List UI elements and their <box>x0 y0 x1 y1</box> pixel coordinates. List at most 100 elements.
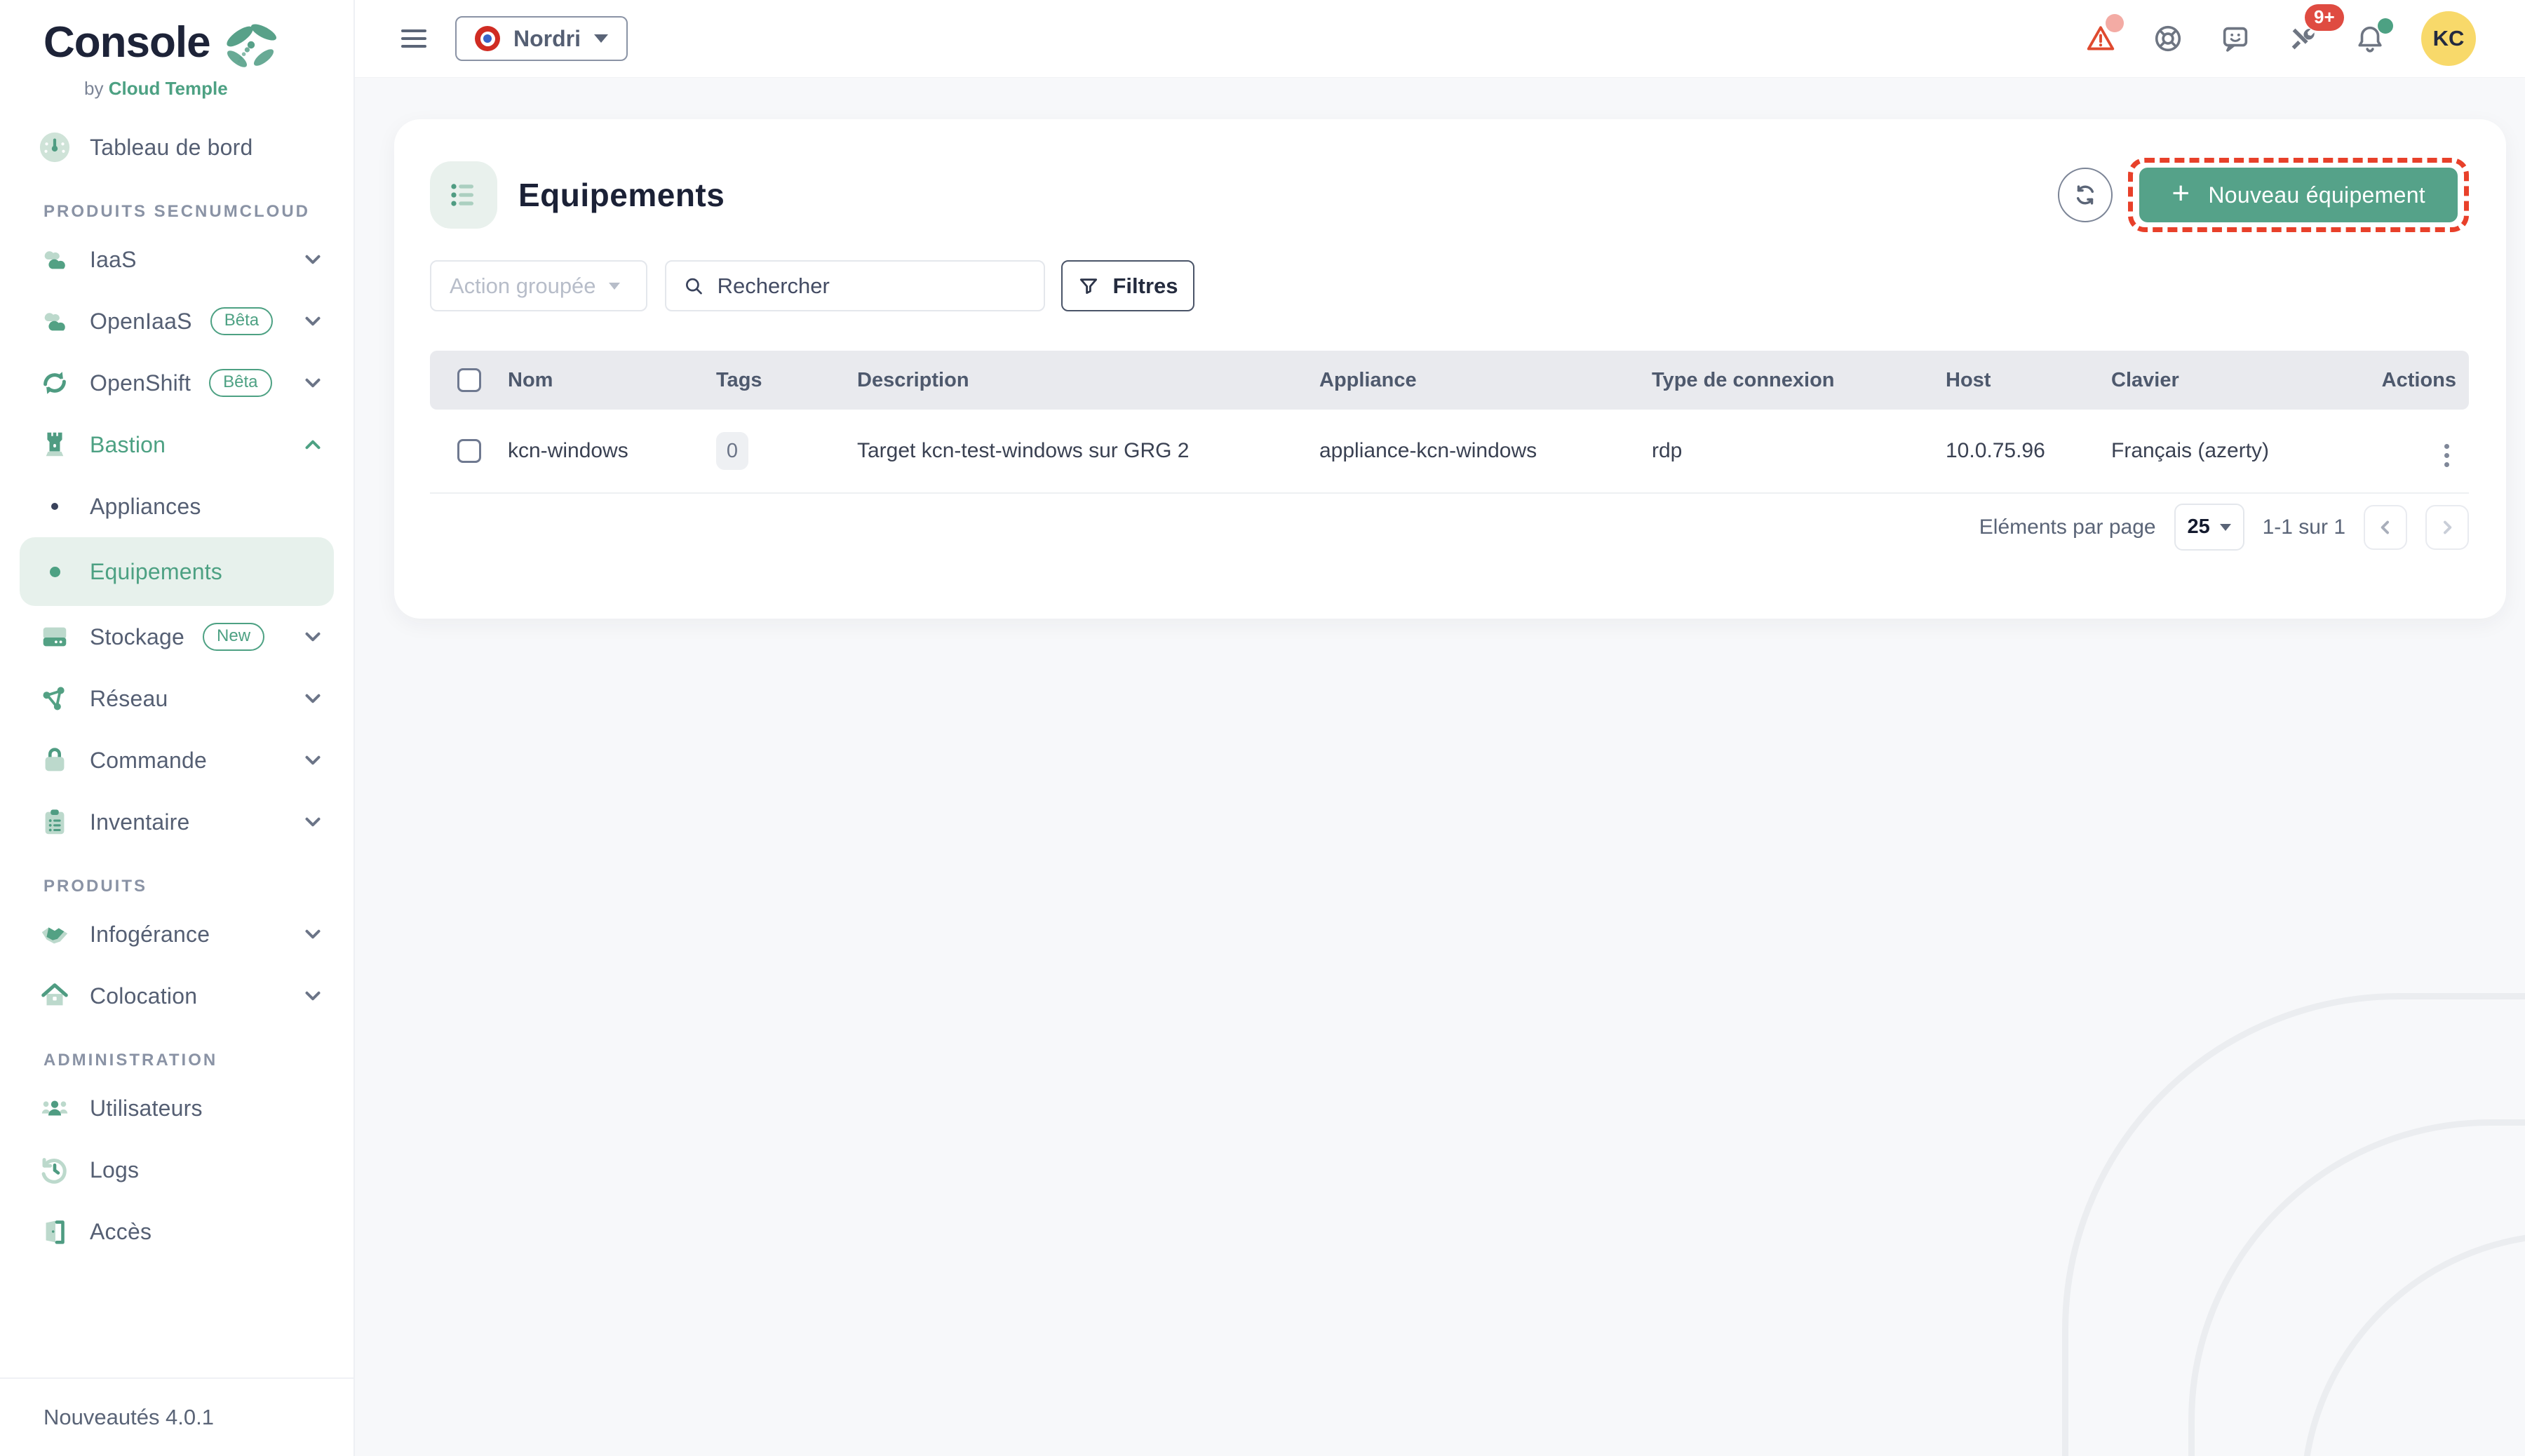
sidebar-item-label: Inventaire <box>90 809 190 835</box>
dragonfly-logo-icon <box>217 22 279 82</box>
sidebar-item-openshift[interactable]: OpenShift Bêta <box>0 352 354 414</box>
section-label-produits: PRODUITS <box>0 877 354 896</box>
sync-arrows-icon <box>39 367 71 399</box>
sidebar-item-colocation[interactable]: Colocation <box>0 965 354 1027</box>
funnel-icon <box>1077 275 1100 297</box>
bulk-action-select[interactable]: Action groupée <box>430 260 647 311</box>
cloud-icon <box>39 243 71 276</box>
feedback-button[interactable] <box>2219 22 2251 55</box>
logo-byline: Cloud Temple <box>109 78 228 99</box>
cell-appliance: appliance-kcn-windows <box>1319 439 1652 463</box>
main-content: Equipements + Nouveau équipement Action … <box>355 78 2525 1456</box>
beta-badge: Bêta <box>210 307 273 335</box>
search-input[interactable] <box>718 274 1027 299</box>
sidebar-item-label: Accès <box>90 1219 152 1245</box>
page-size-label: Eléments par page <box>1979 515 2156 539</box>
row-checkbox[interactable] <box>457 439 481 463</box>
french-cockade-icon <box>475 26 500 51</box>
sidebar-item-acces[interactable]: Accès <box>0 1201 354 1262</box>
sidebar-item-label: Equipements <box>90 559 222 585</box>
new-equipment-button[interactable]: + Nouveau équipement <box>2139 168 2458 222</box>
column-header-type-connexion: Type de connexion <box>1652 369 1946 392</box>
network-icon <box>39 682 71 715</box>
sidebar: Console by <box>0 0 355 1456</box>
sidebar-item-openiaas[interactable]: OpenIaaS Bêta <box>0 290 354 352</box>
chat-feedback-icon <box>2219 22 2251 55</box>
chevron-down-icon <box>300 309 325 334</box>
alerts-button[interactable] <box>2085 22 2117 55</box>
chevron-up-icon <box>300 432 325 457</box>
sidebar-item-label: Bastion <box>90 432 166 458</box>
column-header-tags: Tags <box>716 369 857 392</box>
sidebar-item-stockage[interactable]: Stockage New <box>0 606 354 668</box>
support-button[interactable] <box>2152 22 2184 55</box>
previous-page-button[interactable] <box>2364 505 2407 550</box>
new-equipment-label: Nouveau équipement <box>2208 182 2425 208</box>
whats-new-link[interactable]: Nouveautés 4.0.1 <box>0 1377 354 1456</box>
tickets-count-badge: 9+ <box>2305 4 2344 31</box>
logo-byline-prefix: by <box>84 78 103 99</box>
cell-host: 10.0.75.96 <box>1946 439 2111 463</box>
sidebar-item-reseau[interactable]: Réseau <box>0 668 354 729</box>
table-row[interactable]: kcn-windows 0 Target kcn-test-windows su… <box>430 410 2469 494</box>
kebab-menu-icon[interactable] <box>2437 440 2456 471</box>
cell-nom: kcn-windows <box>508 439 716 463</box>
hamburger-icon[interactable] <box>401 25 426 53</box>
sidebar-item-inventaire[interactable]: Inventaire <box>0 791 354 853</box>
history-clock-icon <box>39 1154 71 1186</box>
column-header-nom: Nom <box>508 369 716 392</box>
filters-button[interactable]: Filtres <box>1061 260 1194 311</box>
handshake-icon <box>39 918 71 950</box>
sidebar-item-label: OpenIaaS <box>90 309 192 335</box>
sidebar-subitem-equipements[interactable]: Equipements <box>20 537 334 606</box>
sidebar-item-label: Appliances <box>90 494 201 520</box>
sidebar-item-dashboard[interactable]: Tableau de bord <box>0 116 354 178</box>
column-header-description: Description <box>857 369 1319 392</box>
sidebar-item-infogerance[interactable]: Infogérance <box>0 903 354 965</box>
notifications-button[interactable] <box>2354 22 2386 55</box>
tenant-name: Nordri <box>513 26 581 52</box>
column-header-appliance: Appliance <box>1319 369 1652 392</box>
gauge-icon <box>39 131 71 163</box>
cell-type-connexion: rdp <box>1652 439 1946 463</box>
sidebar-item-label: Colocation <box>90 983 197 1009</box>
caret-down-icon <box>609 283 620 290</box>
section-label-administration: ADMINISTRATION <box>0 1051 354 1070</box>
page-size-select[interactable]: 25 <box>2174 504 2244 551</box>
table-header-row: Nom Tags Description Appliance Type de c… <box>430 351 2469 410</box>
sidebar-item-bastion[interactable]: Bastion <box>0 414 354 476</box>
annotation-highlight: + Nouveau équipement <box>2128 158 2469 232</box>
house-icon <box>39 980 71 1012</box>
whats-new-label: Nouveautés 4.0.1 <box>43 1405 214 1430</box>
refresh-button[interactable] <box>2058 168 2113 222</box>
new-badge: New <box>203 623 264 651</box>
chevron-down-icon <box>300 748 325 773</box>
sidebar-subitem-appliances[interactable]: Appliances <box>0 476 354 537</box>
select-all-checkbox[interactable] <box>457 368 481 392</box>
page-size-value: 25 <box>2187 515 2209 539</box>
sidebar-item-utilisateurs[interactable]: Utilisateurs <box>0 1077 354 1139</box>
page-range: 1-1 sur 1 <box>2263 515 2345 539</box>
equipements-card: Equipements + Nouveau équipement Action … <box>394 119 2506 619</box>
sidebar-item-commande[interactable]: Commande <box>0 729 354 791</box>
shopping-bag-icon <box>39 744 71 776</box>
refresh-icon <box>2072 182 2099 208</box>
list-icon <box>430 161 497 229</box>
chevron-down-icon <box>300 686 325 711</box>
page-title: Equipements <box>518 176 725 214</box>
sidebar-item-label: Logs <box>90 1157 139 1183</box>
next-page-button[interactable] <box>2425 505 2469 550</box>
app-logo[interactable]: Console by <box>0 0 354 105</box>
chevron-down-icon <box>300 247 325 272</box>
bulk-action-label: Action groupée <box>450 274 596 299</box>
chevron-down-icon <box>300 624 325 649</box>
tenant-selector[interactable]: Nordri <box>455 16 628 61</box>
chevron-down-icon <box>300 983 325 1009</box>
sidebar-item-iaas[interactable]: IaaS <box>0 229 354 290</box>
user-avatar[interactable]: KC <box>2421 11 2476 66</box>
tickets-button[interactable]: 9+ <box>2287 22 2319 55</box>
castle-tower-icon <box>39 429 71 461</box>
sidebar-item-logs[interactable]: Logs <box>0 1139 354 1201</box>
topbar: Nordri <box>355 0 2525 78</box>
notification-dot-badge <box>2378 18 2393 34</box>
